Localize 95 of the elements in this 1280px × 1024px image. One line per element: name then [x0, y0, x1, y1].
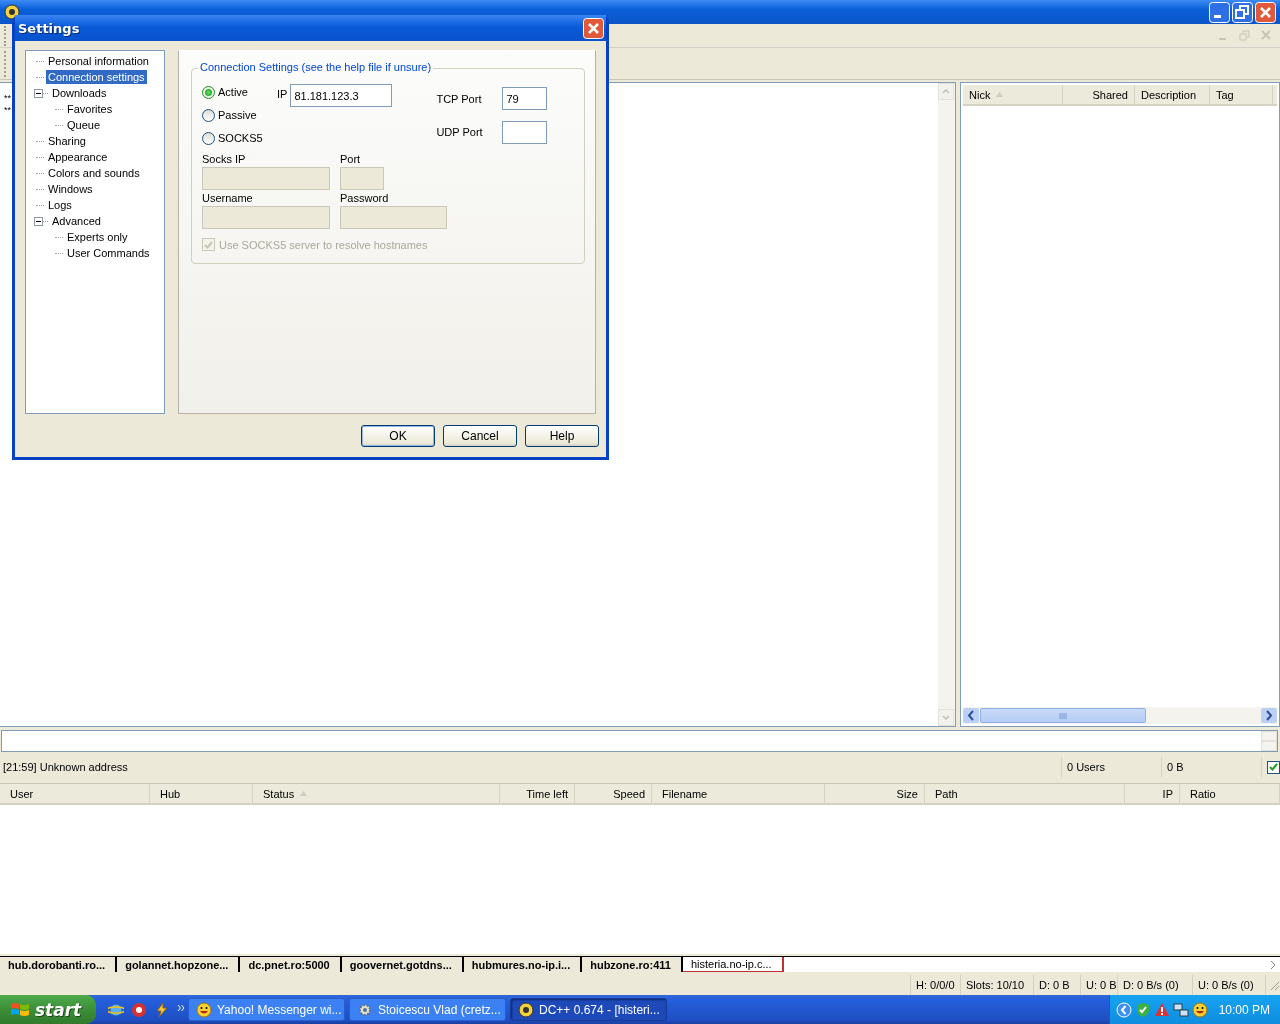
hub-tab[interactable]: golannet.hopzone...	[117, 957, 241, 972]
clock: 10:00 PM	[1218, 1002, 1270, 1017]
minimize-icon[interactable]	[1209, 1, 1230, 23]
status-message: [21:59] Unknown address	[0, 757, 1062, 777]
hub-tab[interactable]: goovernet.gotdns...	[341, 957, 464, 972]
hub-tab[interactable]: hubmures.no-ip.i...	[463, 957, 583, 972]
grip-icon	[1059, 712, 1067, 719]
media-icon[interactable]	[131, 1001, 147, 1018]
check-icon	[204, 240, 213, 249]
help-button[interactable]: Help	[525, 425, 599, 447]
ok-button[interactable]: OK	[361, 425, 435, 447]
chat-line: **	[4, 93, 11, 103]
field-label: IP	[277, 87, 288, 100]
tree-item[interactable]: Logs	[46, 198, 74, 212]
expand-toggle[interactable]	[34, 216, 43, 226]
tree-item[interactable]: Colors and sounds	[46, 166, 142, 180]
hub-tab[interactable]: histeria.no-ip.c...	[682, 957, 784, 972]
cancel-button[interactable]: Cancel	[443, 425, 517, 447]
chevron-right-icon[interactable]	[1269, 958, 1277, 971]
ip-field[interactable]: 81.181.123.3	[290, 84, 393, 107]
column-header[interactable]: User	[0, 784, 150, 803]
column-header[interactable]: Tag	[1210, 85, 1273, 104]
tree-item[interactable]: Windows	[46, 182, 95, 196]
column-header[interactable]: Hub	[150, 784, 253, 803]
field-label: Port	[340, 153, 362, 167]
resize-grip-icon	[1268, 979, 1280, 991]
radio-button[interactable]: Passive	[202, 106, 277, 124]
expand-toggle[interactable]	[34, 88, 43, 98]
chevron-up-icon	[942, 89, 950, 94]
chevron-double-icon[interactable]	[177, 1003, 185, 1012]
field-label: Socks IP	[202, 153, 247, 167]
column-header[interactable]: Ratio	[1180, 784, 1280, 803]
windows-logo-icon	[10, 1000, 30, 1019]
app-icon	[518, 1001, 534, 1018]
scroll-thumb[interactable]	[980, 708, 1146, 723]
minus-icon	[36, 90, 41, 96]
group-title: Connection Settings (see the help file if unsure)	[198, 61, 434, 73]
close-icon[interactable]	[1255, 1, 1276, 23]
chat-line: **	[4, 105, 11, 115]
column-header[interactable]: Time left	[500, 784, 575, 803]
message-input[interactable]	[1, 730, 1278, 752]
tree-item[interactable]: Advanced	[50, 214, 103, 228]
taskbar-button[interactable]: Stoicescu Vlad (cretz...	[349, 998, 506, 1021]
column-header[interactable]: Speed	[575, 784, 652, 803]
chevron-left-icon[interactable]	[1115, 1001, 1132, 1018]
field-label: Username	[202, 192, 254, 206]
shield-check-icon[interactable]	[1134, 1001, 1151, 1018]
tree-item[interactable]: Downloads	[50, 86, 109, 100]
field-label: TCP Port	[436, 92, 483, 105]
column-header[interactable]: IP	[1125, 784, 1180, 803]
field-label: Password	[340, 192, 390, 206]
field-label: UDP Port	[436, 126, 484, 139]
tree-item[interactable]: Personal information	[46, 54, 151, 68]
globe-icon[interactable]	[108, 1001, 124, 1018]
tree-item[interactable]: Sharing	[46, 134, 88, 148]
column-header[interactable]: Filename	[652, 784, 825, 803]
check-icon	[1269, 763, 1278, 771]
smiley-icon	[196, 1001, 212, 1018]
chevron-down-icon	[942, 715, 950, 720]
scroll-right-button[interactable]	[1261, 708, 1277, 723]
start-button[interactable]: start	[0, 995, 96, 1024]
checkbox[interactable]	[1267, 760, 1280, 774]
warning-icon[interactable]	[1153, 1001, 1170, 1018]
close-icon[interactable]	[583, 17, 604, 39]
taskbar-button[interactable]: Yahoo! Messenger wi...	[188, 998, 345, 1021]
column-header[interactable]: Path	[925, 784, 1125, 803]
network-icon[interactable]	[1172, 1001, 1189, 1018]
tree-item[interactable]: Experts only	[65, 230, 130, 244]
column-header[interactable]: Description	[1135, 85, 1210, 104]
tree-item[interactable]: Appearance	[46, 150, 110, 164]
column-header[interactable]: Size	[825, 784, 925, 803]
port-field[interactable]: 79	[502, 87, 548, 111]
restore-icon[interactable]	[1232, 1, 1253, 23]
radio-button[interactable]: Active	[202, 83, 277, 101]
column-header[interactable]: Shared	[1063, 85, 1135, 104]
user-count: 0 Users	[1062, 757, 1162, 777]
smiley-icon[interactable]	[1191, 1001, 1208, 1018]
minus-icon	[36, 218, 41, 224]
column-header[interactable]: Nick	[963, 85, 1063, 104]
lightning-icon[interactable]	[154, 1001, 170, 1018]
port-field[interactable]	[502, 120, 548, 144]
taskbar-button[interactable]: DC++ 0.674 - [histeri...	[510, 998, 667, 1021]
tree-item[interactable]: Connection settings	[46, 70, 147, 84]
scroll-left-button[interactable]	[963, 708, 979, 723]
gear-icon	[357, 1001, 373, 1018]
radio-button[interactable]: SOCKS5	[202, 129, 277, 147]
hub-tab[interactable]: hubzone.ro:411	[582, 957, 683, 972]
share-size: 0 B	[1162, 757, 1262, 777]
column-header[interactable]: Status	[253, 784, 500, 803]
tree-item[interactable]: User Commands	[65, 246, 152, 260]
dialog-title: Settings	[18, 20, 81, 36]
tree-item[interactable]: Favorites	[65, 102, 115, 116]
hub-tab[interactable]: hub.dorobanti.ro...	[0, 957, 118, 972]
hub-tab[interactable]: dc.pnet.ro:5000	[240, 957, 342, 972]
tree-item[interactable]: Queue	[65, 118, 103, 132]
